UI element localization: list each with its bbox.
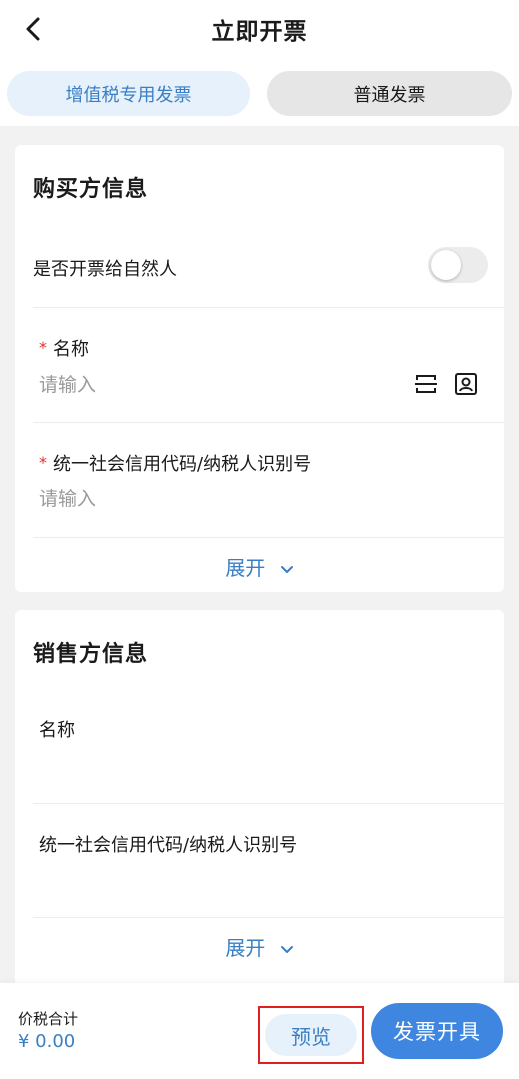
buyer-tax-id-input[interactable] [39, 485, 379, 513]
divider [33, 917, 504, 918]
seller-expand-label: 展开 [225, 936, 266, 960]
total-label: 价税合计 [18, 1010, 79, 1028]
buyer-tax-id-label-text: 统一社会信用代码/纳税人识别号 [53, 454, 312, 475]
scan-icon[interactable] [413, 371, 439, 397]
preview-button[interactable]: 预览 [265, 1014, 357, 1056]
invoice-type-tabs: 增值税专用发票 普通发票 [0, 60, 519, 126]
natural-person-label: 是否开票给自然人 [33, 259, 177, 280]
divider [33, 537, 504, 538]
contact-card-icon[interactable] [453, 371, 479, 397]
buyer-name-input[interactable] [39, 371, 379, 399]
seller-info-card: 销售方信息 名称 统一社会信用代码/纳税人识别号 展开 [15, 610, 504, 990]
buyer-section-title: 购买方信息 [33, 177, 149, 202]
bottom-action-bar: 价税合计 ¥ 0.00 预览 发票开具 [0, 983, 519, 1079]
toggle-knob [431, 250, 461, 280]
issue-invoice-button[interactable]: 发票开具 [371, 1003, 503, 1059]
preview-highlight-box: 预览 [258, 1006, 364, 1064]
buyer-expand-button[interactable]: 展开 [15, 552, 504, 581]
buyer-expand-label: 展开 [225, 556, 266, 580]
tab-ordinary-invoice[interactable]: 普通发票 [267, 71, 512, 116]
seller-section-title: 销售方信息 [33, 642, 149, 667]
seller-expand-button[interactable]: 展开 [15, 932, 504, 961]
buyer-info-card: 购买方信息 是否开票给自然人 * 名称 * 统一社会信用代码/纳税人识别号 展开 [15, 145, 504, 592]
chevron-down-icon [280, 565, 293, 573]
chevron-down-icon [280, 945, 293, 953]
buyer-tax-id-label: * 统一社会信用代码/纳税人识别号 [39, 450, 311, 476]
tab-vat-special-invoice[interactable]: 增值税专用发票 [7, 71, 250, 116]
total-amount: ¥ 0.00 [18, 1031, 76, 1052]
required-mark: * [39, 453, 47, 472]
top-nav-bar: 立即开票 [0, 0, 519, 60]
divider [33, 803, 504, 804]
seller-tax-id-label: 统一社会信用代码/纳税人识别号 [39, 835, 298, 856]
divider [33, 422, 504, 423]
buyer-name-label-text: 名称 [53, 339, 89, 360]
natural-person-toggle[interactable] [428, 247, 488, 283]
seller-name-label: 名称 [39, 720, 75, 741]
buyer-name-label: * 名称 [39, 335, 89, 361]
page-title: 立即开票 [211, 19, 308, 45]
divider [33, 307, 504, 308]
required-mark: * [39, 338, 47, 357]
